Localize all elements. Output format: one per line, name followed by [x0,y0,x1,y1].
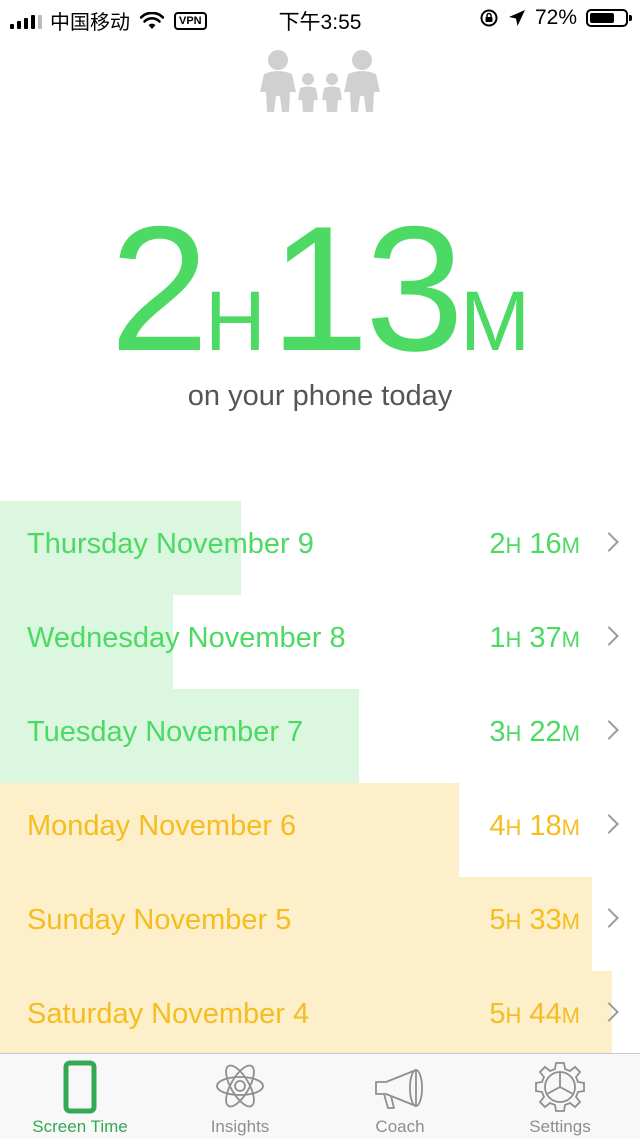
today-caption: on your phone today [187,380,453,412]
chevron-right-icon [599,626,619,646]
battery-percent: 72% [534,6,577,29]
day-label: Thursday November 9 [27,528,314,560]
tab-label: Coach [375,1117,425,1136]
day-label: Sunday November 5 [27,904,292,936]
tab-label: Screen Time [32,1117,128,1136]
status-bar: 中国移动 VPN 下午3:55 72% [0,0,640,36]
day-duration: 5H 33M [489,904,580,936]
day-row[interactable]: Tuesday November 7 3H 22M [0,689,640,783]
day-duration: 4H 18M [489,810,580,842]
chevron-right-icon [599,532,619,552]
phone-icon [63,1060,97,1114]
tab-bar: Screen Time Insights Coach Settings [0,1053,640,1139]
day-duration: 2H 16M [489,528,580,560]
chevron-right-icon [599,814,619,834]
chevron-right-icon [599,908,619,928]
daily-usage-list: Thursday November 9 2H 16M Wednesday Nov… [0,501,640,1065]
megaphone-icon [375,1069,423,1109]
today-minutes-unit: M [460,274,531,368]
day-row[interactable]: Wednesday November 8 1H 37M [0,595,640,689]
day-row[interactable]: Monday November 6 4H 18M [0,783,640,877]
day-duration: 1H 37M [489,622,580,654]
day-label: Monday November 6 [27,810,297,842]
tab-insights[interactable]: Insights [160,1054,320,1139]
location-icon [508,10,525,26]
gear-icon [535,1062,585,1112]
day-duration: 5H 44M [489,998,580,1030]
day-label: Wednesday November 8 [27,622,346,654]
tab-screen-time[interactable]: Screen Time [0,1054,160,1139]
day-duration: 3H 22M [489,716,580,748]
tab-label: Insights [210,1117,270,1136]
day-row[interactable]: Thursday November 9 2H 16M [0,501,640,595]
today-hours-unit: H [204,274,266,368]
today-total: 2H 13M [0,200,640,378]
today-minutes: 13 [270,189,464,388]
day-row[interactable]: Sunday November 5 5H 33M [0,877,640,971]
day-label: Tuesday November 7 [27,716,304,748]
family-icon [260,50,380,112]
today-hours: 2 [109,189,209,388]
day-row[interactable]: Saturday November 4 5H 44M [0,971,640,1065]
orientation-lock-icon [480,9,498,27]
chevron-right-icon [599,720,619,740]
atom-icon [216,1064,264,1108]
tab-settings[interactable]: Settings [480,1054,640,1139]
tab-label: Settings [529,1117,591,1136]
tab-coach[interactable]: Coach [320,1054,480,1139]
battery-icon [586,9,632,27]
day-label: Saturday November 4 [27,998,310,1030]
